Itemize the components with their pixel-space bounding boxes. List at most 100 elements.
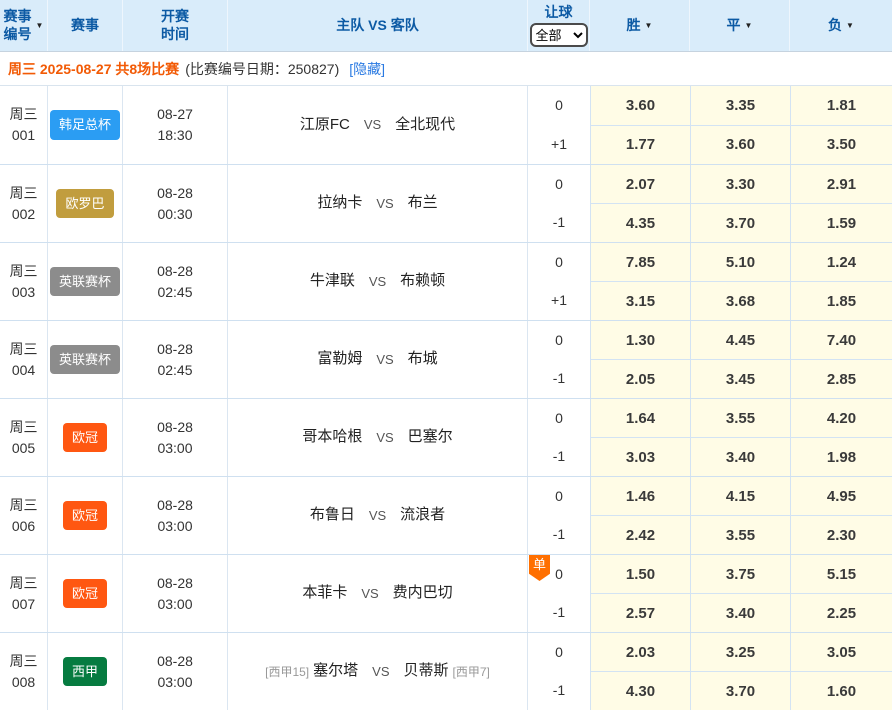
draw-odds-cell[interactable]: 4.45 (691, 321, 790, 360)
lose-odds-cell[interactable]: 2.91 (791, 165, 892, 204)
lose-odds-cell[interactable]: 2.25 (791, 594, 892, 632)
draw-odds-cell[interactable]: 3.30 (691, 165, 790, 204)
draw-odds-cell[interactable]: 3.55 (691, 516, 790, 554)
draw-odds-cell[interactable]: 3.35 (691, 86, 790, 126)
draw-odds-cell[interactable]: 3.40 (691, 594, 790, 632)
win-odds-cell[interactable]: 2.03 (591, 633, 690, 672)
lose-odds-cell[interactable]: 3.50 (791, 126, 892, 165)
handicap-line: -1 (528, 672, 590, 710)
home-team: 本菲卡 (302, 582, 347, 605)
lose-odds-cell[interactable]: 2.85 (791, 360, 892, 398)
sort-arrow-icon[interactable]: ▼ (36, 22, 44, 30)
vs-label: VS (376, 194, 393, 214)
lose-odds-cell[interactable]: 1.85 (791, 282, 892, 320)
win-odds-cell[interactable]: 7.85 (591, 243, 690, 282)
lose-odds-cell[interactable]: 4.20 (791, 399, 892, 438)
filter-arrow-icon[interactable]: ▼ (645, 22, 653, 30)
match-date: 08-28 (157, 495, 193, 516)
lose-odds-cell[interactable]: 1.24 (791, 243, 892, 282)
col-header-win[interactable]: 胜 ▼ (590, 0, 690, 51)
match-time: 00:30 (157, 204, 192, 225)
match-number-cell: 周三 001 (0, 86, 48, 164)
lose-odds-cell[interactable]: 4.95 (791, 477, 892, 516)
draw-odds-cell[interactable]: 3.45 (691, 360, 790, 398)
draw-odds-cell[interactable]: 3.40 (691, 438, 790, 476)
match-no-label: 赛事 编号 (4, 8, 32, 43)
draw-odds-cell[interactable]: 3.60 (691, 126, 790, 165)
handicap-value: 0 (555, 174, 563, 195)
draw-odds-cell[interactable]: 3.70 (691, 672, 790, 710)
win-odds-cell[interactable]: 2.42 (591, 516, 690, 554)
hide-link[interactable]: [隐藏] (349, 59, 385, 79)
match-date: 08-28 (157, 261, 193, 282)
win-odds-cell[interactable]: 4.30 (591, 672, 690, 710)
draw-odds-cell[interactable]: 3.55 (691, 399, 790, 438)
col-header-draw[interactable]: 平 ▼ (690, 0, 790, 51)
handicap-line: 单 0 (528, 555, 590, 594)
away-team: 费内巴切 (393, 582, 453, 605)
handicap-cell: 0 +1 (528, 86, 590, 164)
draw-odds-cell[interactable]: 3.25 (691, 633, 790, 672)
lose-odds-cell[interactable]: 5.15 (791, 555, 892, 594)
win-odds-cell[interactable]: 1.64 (591, 399, 690, 438)
lose-odds-cell[interactable]: 1.81 (791, 86, 892, 126)
handicap-value: 0 (555, 564, 563, 585)
col-header-lose[interactable]: 负 ▼ (790, 0, 892, 51)
win-odds-cell[interactable]: 3.60 (591, 86, 690, 126)
lose-odds-cell[interactable]: 1.59 (791, 204, 892, 242)
competition-cell: 欧冠 (48, 477, 123, 554)
col-header-match-no[interactable]: 赛事 编号 ▼ (0, 0, 48, 51)
draw-odds-cell[interactable]: 3.70 (691, 204, 790, 242)
away-team-rank: [西甲7] (453, 663, 490, 681)
time-cell: 08-28 03:00 (123, 399, 228, 476)
time-cell: 08-28 02:45 (123, 243, 228, 320)
draw-odds-cell[interactable]: 4.15 (691, 477, 790, 516)
lose-odds-cell[interactable]: 7.40 (791, 321, 892, 360)
filter-arrow-icon[interactable]: ▼ (745, 22, 753, 30)
lose-odds-cell[interactable]: 1.60 (791, 672, 892, 710)
lose-odds-cell[interactable]: 3.05 (791, 633, 892, 672)
handicap-value: -1 (553, 602, 565, 623)
win-odds-cell[interactable]: 3.15 (591, 282, 690, 320)
match-number-cell: 周三 007 (0, 555, 48, 632)
handicap-value: 0 (555, 408, 563, 429)
competition-badge: 英联赛杯 (50, 267, 120, 297)
match-day: 周三 (10, 573, 38, 594)
handicap-filter-select[interactable]: 全部 (530, 23, 588, 47)
win-odds-cell[interactable]: 2.07 (591, 165, 690, 204)
win-odds-cell[interactable]: 1.50 (591, 555, 690, 594)
filter-arrow-icon[interactable]: ▼ (846, 22, 854, 30)
time-cell: 08-28 03:00 (123, 477, 228, 554)
win-odds-cell[interactable]: 2.57 (591, 594, 690, 632)
home-team: 布鲁日 (310, 504, 355, 527)
win-odds-column: 2.03 4.30 (590, 633, 690, 710)
away-team: 贝蒂斯 (404, 660, 449, 683)
home-team: 塞尔塔 (313, 660, 358, 683)
win-odds-column: 2.07 4.35 (590, 165, 690, 242)
handicap-value: 0 (555, 252, 563, 273)
draw-odds-cell[interactable]: 3.68 (691, 282, 790, 320)
handicap-cell: 0 -1 (528, 477, 590, 554)
match-date: 08-28 (157, 573, 193, 594)
draw-odds-cell[interactable]: 5.10 (691, 243, 790, 282)
handicap-cell: 0 -1 (528, 633, 590, 710)
match-number: 003 (12, 282, 35, 303)
handicap-cell: 0 -1 (528, 321, 590, 398)
lose-odds-cell[interactable]: 1.98 (791, 438, 892, 476)
col-header-handicap: 让球 全部 (528, 0, 590, 51)
win-odds-cell[interactable]: 3.03 (591, 438, 690, 476)
win-odds-column: 7.85 3.15 (590, 243, 690, 320)
handicap-line: +1 (528, 125, 590, 164)
single-bet-tag: 单 (529, 555, 550, 581)
win-odds-cell[interactable]: 2.05 (591, 360, 690, 398)
handicap-line: 0 (528, 477, 590, 516)
win-odds-cell[interactable]: 1.77 (591, 126, 690, 165)
lose-odds-column: 7.40 2.85 (790, 321, 892, 398)
draw-odds-cell[interactable]: 3.75 (691, 555, 790, 594)
win-odds-column: 1.50 2.57 (590, 555, 690, 632)
lose-odds-cell[interactable]: 2.30 (791, 516, 892, 554)
win-odds-cell[interactable]: 1.46 (591, 477, 690, 516)
win-odds-cell[interactable]: 4.35 (591, 204, 690, 242)
handicap-value: 0 (555, 95, 563, 116)
win-odds-cell[interactable]: 1.30 (591, 321, 690, 360)
